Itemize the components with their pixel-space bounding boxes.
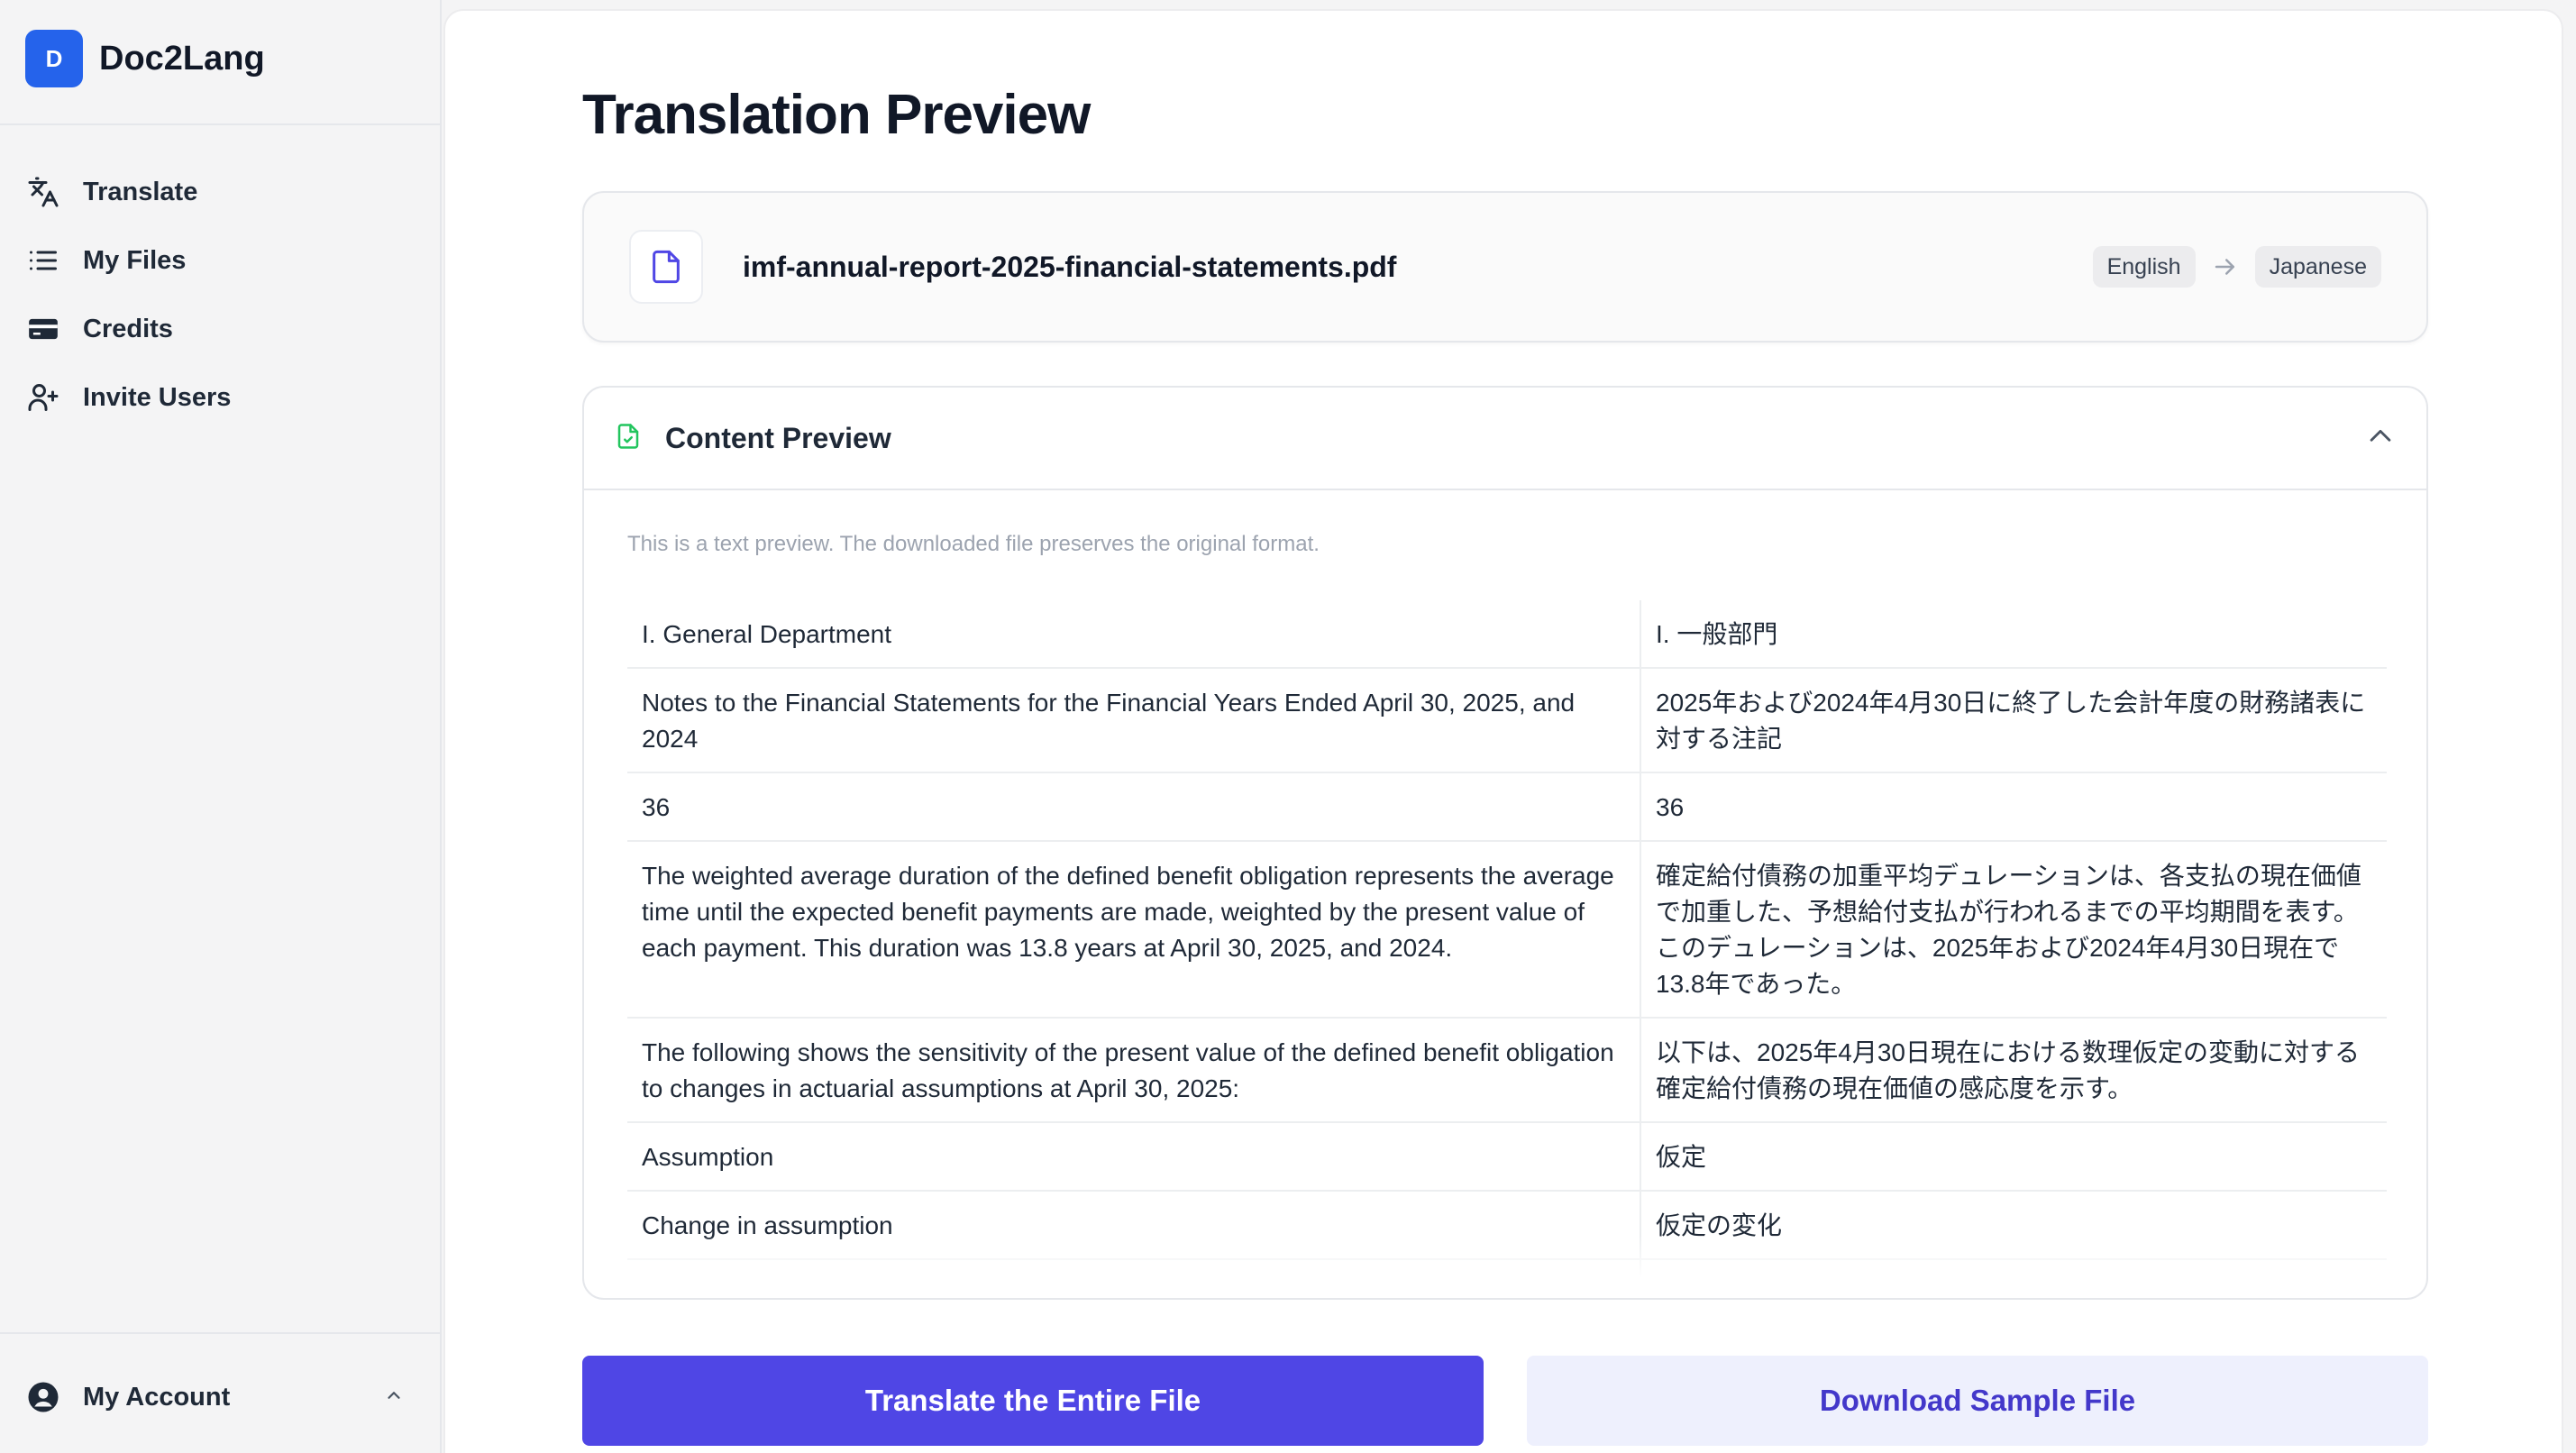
table-row: 36 36 bbox=[627, 772, 2387, 842]
source-text-cell: Assumption bbox=[627, 1122, 1641, 1192]
sidebar: D Doc2Lang Translate My Files Credits In… bbox=[0, 0, 442, 1453]
translated-text-cell: 以下は、2025年4月30日現在における数理仮定の変動に対する確定給付債務の現在… bbox=[1640, 1018, 2387, 1123]
download-sample-file-button[interactable]: Download Sample File bbox=[1527, 1356, 2428, 1446]
content-preview-title: Content Preview bbox=[665, 421, 891, 454]
my-account-label: My Account bbox=[83, 1382, 231, 1412]
preview-table-scroll[interactable]: I. General Department I. 一般部門 Notes to the… bbox=[627, 600, 2387, 1278]
source-text-cell: The following shows the sensitivity of t… bbox=[627, 1018, 1641, 1123]
chevron-up-icon bbox=[384, 1385, 404, 1410]
user-plus-icon bbox=[25, 379, 61, 416]
brand[interactable]: D Doc2Lang bbox=[25, 30, 265, 87]
source-text-cell: 36 bbox=[627, 772, 1641, 842]
sidebar-item-translate[interactable]: Translate bbox=[25, 158, 415, 226]
table-row: I. General Department I. 一般部門 bbox=[627, 600, 2387, 669]
file-name: imf-annual-report-2025-financial-stateme… bbox=[743, 250, 1397, 283]
sidebar-item-credits[interactable]: Credits bbox=[25, 295, 415, 363]
chevron-up-icon[interactable] bbox=[2365, 421, 2396, 456]
preview-table: I. General Department I. 一般部門 Notes to the… bbox=[627, 600, 2387, 1278]
source-text-cell: I. General Department bbox=[627, 600, 1641, 669]
brand-name: Doc2Lang bbox=[99, 39, 265, 78]
table-row: Notes to the Financial Statements for th… bbox=[627, 668, 2387, 773]
sidebar-item-label: My Files bbox=[83, 245, 187, 275]
sidebar-item-label: Credits bbox=[83, 314, 173, 343]
source-language-badge: English bbox=[2092, 246, 2196, 288]
content-preview-panel: Content Preview This is a text preview. … bbox=[582, 386, 2428, 1300]
file-card: imf-annual-report-2025-financial-stateme… bbox=[582, 191, 2428, 343]
source-text-cell: The weighted average duration of the def… bbox=[627, 841, 1641, 1019]
translated-text-cell: 2025年および2024年4月30日に終了した会計年度の財務諸表に対する注記 bbox=[1640, 668, 2387, 773]
sidebar-item-invite-users[interactable]: Invite Users bbox=[25, 363, 415, 432]
my-account-button[interactable]: My Account bbox=[25, 1363, 404, 1431]
translated-text-cell: 仮定 bbox=[1640, 1122, 2387, 1192]
translated-text-cell: 36 bbox=[1640, 772, 2387, 842]
credit-card-icon bbox=[25, 311, 61, 347]
file-icon bbox=[629, 230, 703, 304]
list-icon bbox=[25, 242, 61, 279]
table-row: The following shows the sensitivity of t… bbox=[627, 1018, 2387, 1123]
translate-entire-file-button[interactable]: Translate the Entire File bbox=[582, 1356, 1484, 1446]
language-pair: English Japanese bbox=[2092, 246, 2381, 288]
sidebar-divider bbox=[0, 1332, 440, 1334]
file-check-icon bbox=[615, 423, 642, 454]
sidebar-nav: Translate My Files Credits Invite Users bbox=[25, 158, 415, 432]
sidebar-divider bbox=[0, 123, 440, 125]
sidebar-item-my-files[interactable]: My Files bbox=[25, 226, 415, 295]
target-language-badge: Japanese bbox=[2254, 246, 2381, 288]
translate-icon bbox=[25, 174, 61, 210]
page-title: Translation Preview bbox=[582, 84, 1091, 146]
user-circle-icon bbox=[25, 1379, 61, 1415]
source-text-cell: Notes to the Financial Statements for th… bbox=[627, 668, 1641, 773]
main-panel: Translation Preview imf-annual-report-20… bbox=[443, 9, 2563, 1453]
arrow-right-icon bbox=[2212, 253, 2239, 280]
sidebar-item-label: Translate bbox=[83, 177, 198, 206]
table-row: Assumption 仮定 bbox=[627, 1122, 2387, 1192]
table-row: The weighted average duration of the def… bbox=[627, 841, 2387, 1019]
brand-logo: D bbox=[25, 30, 83, 87]
translated-text-cell: 確定給付債務の加重平均デュレーションは、各支払の現在価値で加重した、予想給付支払… bbox=[1640, 841, 2387, 1019]
sidebar-item-label: Invite Users bbox=[83, 382, 232, 412]
preview-note: This is a text preview. The downloaded f… bbox=[627, 532, 1320, 556]
translated-text-cell: I. 一般部門 bbox=[1640, 600, 2387, 669]
scroll-fade bbox=[627, 1235, 2387, 1278]
content-preview-header[interactable]: Content Preview bbox=[584, 388, 2426, 490]
